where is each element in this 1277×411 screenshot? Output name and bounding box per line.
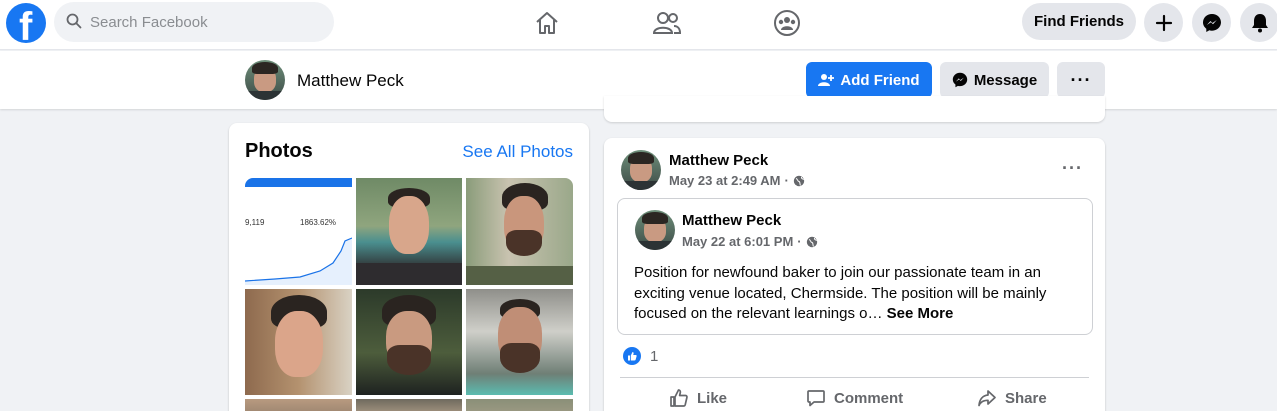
shared-post-timestamp[interactable]: May 22 at 6:01 PM: [682, 234, 793, 249]
photo-thumbnail[interactable]: [356, 289, 462, 395]
reaction-count: 1: [650, 347, 659, 365]
facebook-logo[interactable]: f: [6, 3, 46, 43]
notifications-button[interactable]: [1240, 3, 1277, 42]
search-box[interactable]: [54, 2, 334, 42]
like-label: Like: [697, 389, 728, 407]
find-friends-button[interactable]: Find Friends: [1022, 3, 1136, 40]
search-icon: [66, 13, 82, 29]
photo-thumbnail[interactable]: 9,119 1863.62%: [245, 178, 352, 285]
post-meta: May 23 at 2:49 AM ·: [669, 173, 805, 188]
photo-thumbnail[interactable]: [466, 289, 573, 395]
photo-thumbnail[interactable]: [356, 399, 462, 411]
comment-label: Comment: [834, 389, 904, 407]
photos-card: Photos See All Photos 9,119 1863.62%: [229, 123, 589, 411]
messenger-button[interactable]: [1192, 3, 1231, 42]
top-navigation-bar: f Find Friends: [0, 0, 1277, 50]
post-timestamp[interactable]: May 23 at 2:49 AM: [669, 173, 781, 188]
see-more-link[interactable]: See More: [887, 305, 954, 322]
thumbs-up-icon: [670, 389, 688, 407]
globe-icon: [806, 236, 817, 247]
photo-thumbnail[interactable]: [245, 289, 352, 395]
add-friend-button[interactable]: Add Friend: [806, 62, 932, 98]
post-author-name[interactable]: Matthew Peck: [669, 152, 768, 169]
globe-icon: [793, 175, 805, 186]
profile-avatar[interactable]: [245, 60, 285, 100]
shared-author-avatar[interactable]: [635, 210, 675, 250]
photo-thumbnail[interactable]: [245, 399, 352, 411]
find-friends-label: Find Friends: [1034, 13, 1124, 30]
share-button[interactable]: Share: [977, 388, 1047, 408]
post-actions-divider: [620, 377, 1089, 378]
home-icon[interactable]: [532, 8, 562, 38]
share-label: Share: [1005, 389, 1047, 407]
photo-thumbnail[interactable]: [466, 399, 573, 411]
message-button[interactable]: Message: [940, 62, 1049, 98]
friends-icon[interactable]: [652, 8, 682, 38]
like-reaction-icon: [623, 347, 641, 365]
see-all-photos-link[interactable]: See All Photos: [462, 142, 573, 162]
photo-thumbnail[interactable]: [356, 178, 462, 285]
more-options-button[interactable]: ···: [1057, 62, 1105, 98]
shared-post-text: Position for newfound baker to join our …: [634, 263, 1074, 325]
add-friend-label: Add Friend: [840, 71, 920, 89]
profile-name[interactable]: Matthew Peck: [297, 71, 404, 91]
plus-icon: [1155, 14, 1172, 31]
photo-thumbnail[interactable]: [466, 178, 573, 285]
like-button[interactable]: Like: [669, 388, 727, 408]
chart-thumb-right-value: 1863.62%: [300, 218, 337, 227]
share-icon: [978, 390, 996, 407]
photos-title: Photos: [245, 140, 313, 162]
post-author-avatar[interactable]: [621, 150, 661, 190]
comment-icon: [807, 390, 825, 407]
groups-icon[interactable]: [772, 8, 802, 38]
previous-post-card: [604, 96, 1105, 122]
messenger-icon: [952, 72, 968, 88]
create-button[interactable]: [1144, 3, 1183, 42]
meta-separator: ·: [784, 173, 789, 188]
shared-post-meta: May 22 at 6:01 PM ·: [682, 234, 818, 249]
shared-author-name[interactable]: Matthew Peck: [682, 212, 781, 229]
messenger-icon: [1202, 13, 1221, 32]
bell-icon: [1251, 13, 1268, 32]
search-input[interactable]: [90, 2, 326, 42]
post-body-text: Position for newfound baker to join our …: [634, 264, 1047, 322]
facebook-logo-letter: f: [19, 5, 33, 43]
more-options-icon: ···: [1070, 69, 1092, 90]
post-options-icon[interactable]: ···: [1062, 158, 1083, 179]
shared-post[interactable]: Matthew Peck May 22 at 6:01 PM · Positio…: [617, 198, 1093, 335]
comment-button[interactable]: Comment: [806, 388, 903, 408]
reactions-summary[interactable]: 1: [623, 347, 658, 365]
chart-thumb-left-value: 9,119: [245, 218, 265, 227]
message-label: Message: [973, 71, 1038, 89]
add-friend-icon: [818, 74, 835, 86]
meta-separator: ·: [797, 234, 802, 249]
post-card: Matthew Peck May 23 at 2:49 AM · ··· Mat…: [604, 138, 1105, 411]
